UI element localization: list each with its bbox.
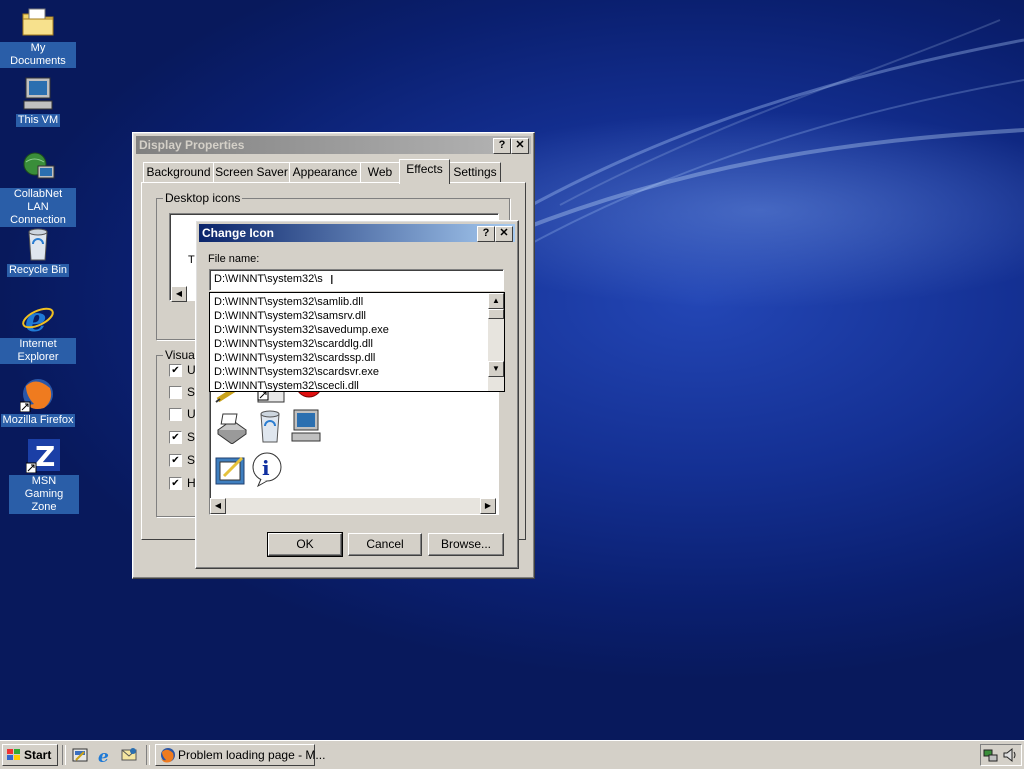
- computer-icon: [20, 76, 56, 112]
- suggestion-item[interactable]: D:\WINNT\system32\savedump.exe: [214, 323, 389, 337]
- desktop-icon-msn-gaming-zone[interactable]: Z MSN Gaming Zone: [6, 437, 82, 514]
- tab-settings[interactable]: Settings: [449, 162, 501, 183]
- show-desktop-icon[interactable]: [72, 746, 90, 764]
- taskbar: Start e Problem loading page - M...: [0, 740, 1024, 769]
- suggestion-item[interactable]: D:\WINNT\system32\scecli.dll: [214, 379, 359, 391]
- desktop-icon-mozilla-firefox[interactable]: Mozilla Firefox: [0, 376, 76, 427]
- icon-label: Mozilla Firefox: [0, 414, 76, 427]
- help-button[interactable]: ?: [477, 226, 495, 242]
- suggestion-item[interactable]: D:\WINNT\system32\samlib.dll: [214, 295, 363, 309]
- visual-option-checkbox[interactable]: ✔: [169, 364, 182, 377]
- tab-effects[interactable]: Effects: [399, 159, 450, 184]
- internet-explorer-icon: e: [20, 300, 56, 340]
- firefox-icon: [161, 748, 175, 763]
- tab-appearance[interactable]: Appearance: [289, 162, 361, 183]
- icon-label: MSN Gaming Zone: [9, 475, 79, 514]
- notepad-icon[interactable]: [214, 454, 250, 488]
- icon-label: Recycle Bin: [6, 264, 70, 277]
- icon-label: My Documents: [0, 42, 76, 68]
- start-label: Start: [24, 748, 52, 762]
- task-label: Problem loading page - M...: [178, 748, 326, 762]
- cancel-button[interactable]: Cancel: [348, 533, 422, 556]
- scroll-down-button[interactable]: ▼: [488, 361, 504, 377]
- desktop-icon-collabnet[interactable]: CollabNet LAN Connection: [0, 150, 76, 227]
- visual-option-checkbox[interactable]: ✔: [169, 477, 182, 490]
- file-name-input[interactable]: D:\WINNT\system32\s I: [209, 269, 504, 291]
- info-icon[interactable]: i: [250, 452, 286, 488]
- computer-icon[interactable]: [288, 408, 324, 444]
- svg-text:e: e: [98, 747, 109, 764]
- ok-button[interactable]: OK: [267, 532, 343, 557]
- horizontal-scrollbar[interactable]: ◀ ▶: [210, 498, 496, 514]
- firefox-icon: [19, 376, 56, 413]
- scroll-left-button[interactable]: ◀: [171, 286, 187, 302]
- volume-icon[interactable]: [1002, 747, 1018, 763]
- internet-explorer-icon[interactable]: e: [96, 746, 114, 764]
- window-title: Display Properties: [139, 138, 245, 152]
- separator: [62, 745, 66, 765]
- icon-picker-list[interactable]: i ◀ ▶: [209, 379, 499, 515]
- suggestion-item[interactable]: D:\WINNT\system32\scarddlg.dll: [214, 337, 373, 351]
- dialog-title: Change Icon: [202, 226, 275, 240]
- visual-option-checkbox[interactable]: ✔: [169, 431, 182, 444]
- desktop-icon-recycle-bin[interactable]: Recycle Bin: [0, 226, 76, 277]
- windows-logo-icon: [7, 749, 20, 760]
- display-properties-titlebar[interactable]: Display Properties ? ✕: [136, 136, 531, 154]
- desktop-icon-this-vm[interactable]: This VM: [0, 76, 76, 127]
- system-tray: [980, 744, 1022, 766]
- network-connection-icon: [20, 150, 56, 186]
- scroll-up-button[interactable]: ▲: [488, 293, 504, 309]
- network-tray-icon[interactable]: [983, 747, 999, 763]
- icon-label: Internet Explorer: [0, 338, 76, 364]
- scroll-thumb[interactable]: [488, 309, 504, 319]
- text-cursor-icon: I: [330, 272, 334, 287]
- visual-option-checkbox[interactable]: [169, 386, 182, 399]
- msn-gaming-zone-icon: Z: [25, 437, 62, 474]
- icon-caption: T: [188, 254, 195, 266]
- suggestion-item[interactable]: D:\WINNT\system32\scardsvr.exe: [214, 365, 379, 379]
- svg-text:Z: Z: [35, 440, 55, 473]
- visual-option-checkbox[interactable]: ✔: [169, 454, 182, 467]
- icon-label: CollabNet LAN Connection: [0, 188, 76, 227]
- svg-text:e: e: [25, 300, 47, 336]
- recycle-bin-icon[interactable]: [252, 408, 288, 444]
- group-label: Visual: [163, 348, 200, 362]
- close-button[interactable]: ✕: [495, 226, 513, 242]
- icon-label: This VM: [15, 114, 61, 127]
- suggestion-item[interactable]: D:\WINNT\system32\samsrv.dll: [214, 309, 366, 323]
- svg-text:i: i: [262, 456, 270, 480]
- tab-background[interactable]: Background: [143, 162, 214, 183]
- recycle-bin-icon: [20, 226, 56, 262]
- change-icon-titlebar[interactable]: Change Icon ? ✕: [199, 224, 515, 242]
- visual-option-checkbox[interactable]: [169, 408, 182, 421]
- help-button[interactable]: ?: [493, 138, 511, 154]
- scroll-right-button[interactable]: ▶: [480, 498, 496, 514]
- separator: [146, 745, 150, 765]
- autocomplete-dropdown[interactable]: D:\WINNT\system32\samlib.dll D:\WINNT\sys…: [209, 292, 505, 392]
- desktop-icon-internet-explorer[interactable]: e Internet Explorer: [0, 300, 76, 364]
- browse-button[interactable]: Browse...: [428, 533, 504, 556]
- file-name-value: D:\WINNT\system32\s: [214, 273, 323, 285]
- group-label: Desktop icons: [163, 191, 243, 205]
- desktop-icon-my-documents[interactable]: My Documents: [0, 4, 76, 68]
- outlook-icon[interactable]: [120, 746, 138, 764]
- printer-icon[interactable]: [214, 408, 250, 444]
- taskbar-task-firefox[interactable]: Problem loading page - M...: [155, 744, 325, 766]
- suggestion-item[interactable]: D:\WINNT\system32\scardssp.dll: [214, 351, 375, 365]
- file-name-label: File name:: [208, 253, 260, 265]
- close-button[interactable]: ✕: [511, 138, 529, 154]
- icon-grid: i: [212, 382, 496, 492]
- tab-web[interactable]: Web: [360, 162, 400, 183]
- tab-screen-saver[interactable]: Screen Saver: [213, 162, 290, 183]
- vertical-scrollbar[interactable]: ▲ ▼: [488, 293, 504, 391]
- scroll-left-button[interactable]: ◀: [210, 498, 226, 514]
- start-button[interactable]: Start: [2, 744, 58, 766]
- folder-documents-icon: [20, 4, 56, 40]
